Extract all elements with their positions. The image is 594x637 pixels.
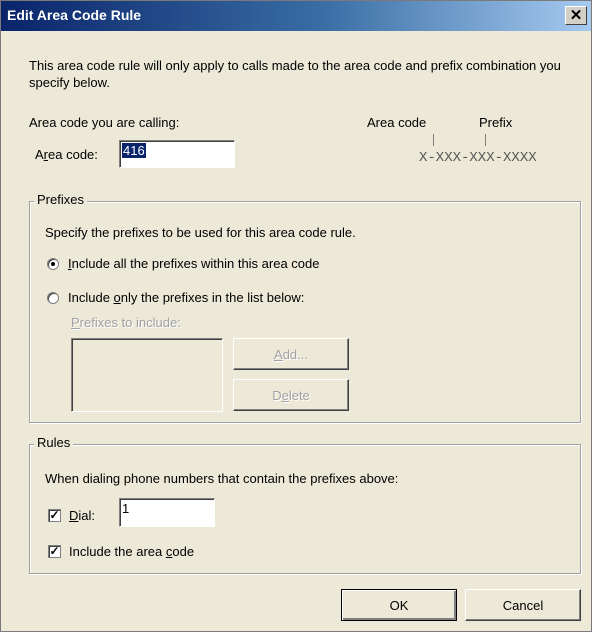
prefixes-list[interactable]	[71, 338, 223, 412]
delete-prefix-button-label: Delete	[272, 387, 310, 403]
close-button[interactable]: ✕	[565, 6, 587, 25]
area-code-heading: Area code you are calling:	[29, 115, 180, 130]
rules-group-label: Rules	[34, 435, 74, 450]
rules-instruction: When dialing phone numbers that contain …	[45, 471, 399, 486]
include-all-prefixes-label[interactable]: Include all the prefixes within this are…	[68, 256, 320, 271]
delete-prefix-button[interactable]: Delete	[233, 379, 349, 411]
add-prefix-button-label: Add...	[274, 346, 308, 362]
prefixes-group-label: Prefixes	[34, 192, 87, 207]
cancel-button-label: Cancel	[502, 597, 544, 613]
area-code-input[interactable]: 416	[119, 140, 235, 168]
area-code-tick	[433, 134, 434, 146]
checkmark-icon: ✓	[49, 508, 60, 522]
include-all-prefixes-radio[interactable]	[47, 258, 59, 270]
dial-checkbox[interactable]: ✓	[48, 509, 61, 522]
dial-input[interactable]: 1	[119, 498, 215, 527]
area-code-value: 416	[122, 143, 146, 158]
include-area-code-checkbox[interactable]: ✓	[48, 545, 61, 558]
title-bar: Edit Area Code Rule ✕	[1, 1, 591, 31]
area-code-label: Area code:	[35, 147, 98, 162]
prefix-tick	[485, 134, 486, 146]
format-prefix-label: Prefix	[479, 115, 513, 130]
format-area-code-label: Area code	[367, 115, 427, 130]
prefixes-to-include-label: Prefixes to include:	[71, 315, 181, 330]
checkmark-icon: ✓	[49, 544, 60, 558]
dial-label[interactable]: Dial:	[69, 508, 95, 523]
cancel-button[interactable]: Cancel	[465, 589, 581, 621]
prefixes-instruction: Specify the prefixes to be used for this…	[45, 225, 356, 240]
add-prefix-button[interactable]: Add...	[233, 338, 349, 370]
edit-area-code-rule-dialog: Edit Area Code Rule ✕ This area code rul…	[0, 0, 592, 632]
include-area-code-label[interactable]: Include the area code	[69, 544, 194, 559]
include-listed-prefixes-label[interactable]: Include only the prefixes in the list be…	[68, 290, 304, 305]
number-format-pattern: X-XXX-XXX-XXXX	[419, 150, 537, 166]
close-icon: ✕	[569, 7, 583, 24]
radio-selected-dot	[51, 262, 55, 266]
description-text: This area code rule will only apply to c…	[29, 58, 561, 90]
dial-value: 1	[122, 501, 130, 516]
window-title: Edit Area Code Rule	[7, 7, 142, 23]
ok-button-label: OK	[389, 597, 409, 613]
ok-button[interactable]: OK	[341, 589, 457, 621]
include-listed-prefixes-radio[interactable]	[47, 292, 59, 304]
